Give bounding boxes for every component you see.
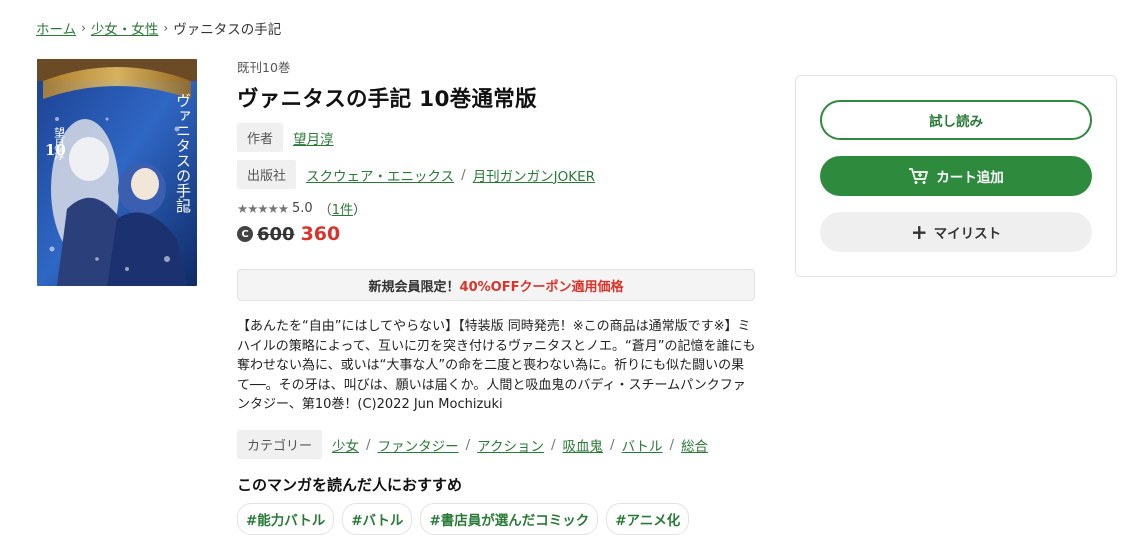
add-to-cart-button[interactable]: カート追加	[820, 156, 1092, 196]
category-link[interactable]: 少女	[332, 435, 359, 455]
price-row: C 600 360	[237, 223, 757, 245]
author-link[interactable]: 望月淳	[293, 128, 334, 148]
publisher-row: 出版社 スクウェア・エニックス / 月刊ガンガンJOKER	[237, 160, 757, 189]
coupon-prefix: 新規会員限定！	[368, 279, 460, 295]
cover-volume-text: 10	[45, 141, 66, 159]
star-rating-icon: ★★★★★	[237, 201, 289, 216]
hashtag-chip[interactable]: #アニメ化	[606, 503, 690, 535]
chevron-right-icon: ›	[163, 21, 169, 35]
add-to-mylist-button[interactable]: + マイリスト	[820, 212, 1092, 252]
coin-icon: C	[237, 226, 253, 242]
try-reading-label: 試し読み	[929, 114, 983, 130]
add-to-cart-label: カート追加	[936, 170, 1004, 186]
hashtag-chip[interactable]: #バトル	[342, 503, 413, 535]
breadcrumb-genre-link[interactable]: 少女・女性	[91, 18, 159, 38]
category-row: カテゴリー 少女 / ファンタジー / アクション / 吸血鬼 / バトル / …	[237, 430, 708, 459]
try-reading-button[interactable]: 試し読み	[820, 100, 1092, 140]
volume-count: 既刊10巻	[237, 60, 291, 75]
category-link[interactable]: アクション	[477, 435, 544, 455]
cart-icon	[908, 167, 930, 185]
hashtag-chip[interactable]: #書店員が選んだコミック	[420, 503, 599, 535]
purchase-panel: 試し読み カート追加 + マイリスト	[795, 75, 1117, 277]
discount-price: 360	[300, 223, 341, 245]
publisher-label: 出版社	[237, 160, 297, 189]
rating-value: 5.0	[292, 201, 313, 216]
mylist-label: マイリスト	[933, 226, 1002, 242]
cover-title-text: ヴァニタスの手記	[174, 93, 192, 213]
book-meta: 既刊10巻 ヴァニタスの手記 10巻通常版 作者 望月淳 出版社 スクウェア・エ…	[237, 57, 757, 245]
category-link[interactable]: ファンタジー	[378, 435, 459, 455]
recommend-title: このマンガを読んだ人におすすめ	[237, 476, 463, 494]
book-cover-image[interactable]: 望月淳 10 ヴァニタスの手記	[37, 59, 197, 286]
breadcrumb-current: ヴァニタスの手記	[173, 22, 282, 38]
book-title: ヴァニタスの手記 10巻通常版	[237, 87, 537, 112]
original-price: 600	[257, 223, 295, 245]
hashtag-list: #能力バトル #バトル #書店員が選んだコミック #アニメ化	[237, 503, 697, 535]
hashtag-chip[interactable]: #能力バトル	[237, 503, 335, 535]
category-link[interactable]: 総合	[681, 435, 708, 455]
coupon-banner: 新規会員限定！ 40%OFFクーポン適用価格	[237, 269, 755, 301]
category-label: カテゴリー	[237, 430, 323, 459]
chevron-right-icon: ›	[81, 21, 86, 35]
author-label: 作者	[237, 123, 284, 152]
publisher-link[interactable]: スクウェア・エニックス	[306, 165, 454, 185]
breadcrumb-home-link[interactable]: ホーム	[36, 18, 76, 38]
review-count-link[interactable]: 1件	[332, 199, 353, 218]
category-link[interactable]: 吸血鬼	[563, 435, 604, 455]
book-description: 【あんたを“自由”にはしてやらない】【特装版 同時発売！※この商品は通常版です※…	[237, 319, 756, 412]
plus-icon: +	[910, 220, 928, 244]
category-link[interactable]: バトル	[622, 435, 663, 455]
magazine-link[interactable]: 月刊ガンガンJOKER	[473, 165, 595, 185]
rating-row: ★★★★★ 5.0 （ 1件 ）	[237, 199, 367, 218]
author-row: 作者 望月淳	[237, 123, 757, 152]
breadcrumb: ホーム › 少女・女性 › ヴァニタスの手記	[36, 18, 281, 38]
coupon-highlight: 40%OFFクーポン適用価格	[459, 279, 624, 295]
